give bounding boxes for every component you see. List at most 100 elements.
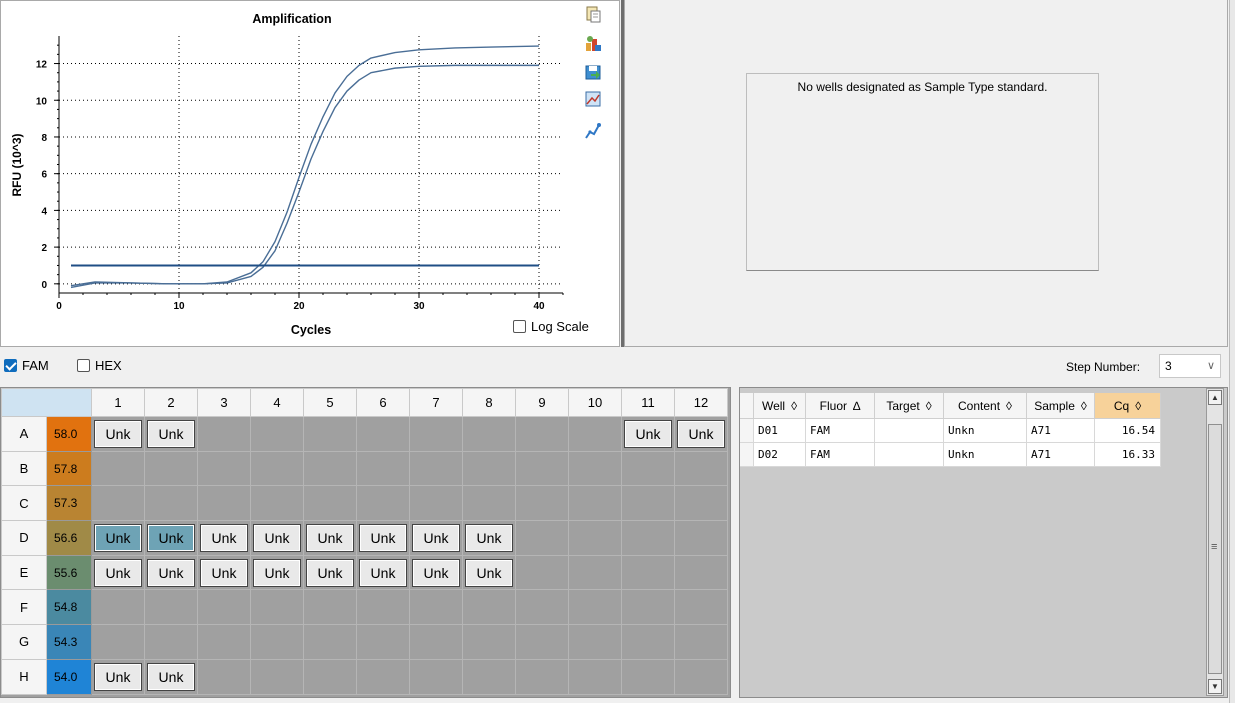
- plate-column-header[interactable]: 8: [462, 388, 516, 417]
- plate-row-header[interactable]: G: [1, 624, 47, 660]
- plate-well[interactable]: Unk: [144, 520, 198, 556]
- well-content-label[interactable]: Unk: [94, 558, 142, 587]
- plate-well[interactable]: [409, 658, 463, 695]
- plate-well[interactable]: [621, 589, 675, 626]
- plate-well[interactable]: [515, 589, 569, 626]
- step-number-select[interactable]: 3 ∨: [1159, 354, 1221, 378]
- scroll-up-icon[interactable]: ▲: [1208, 390, 1222, 405]
- results-cell[interactable]: A71: [1027, 443, 1095, 467]
- plate-well[interactable]: Unk: [197, 554, 251, 591]
- well-content-label[interactable]: Unk: [306, 558, 354, 587]
- plate-well[interactable]: [144, 450, 198, 487]
- plate-well[interactable]: [250, 589, 304, 626]
- plate-well[interactable]: [621, 485, 675, 522]
- well-content-label[interactable]: Unk: [147, 419, 195, 448]
- plate-well[interactable]: Unk: [462, 520, 516, 556]
- plate-column-header[interactable]: 5: [303, 388, 357, 417]
- plate-well[interactable]: [515, 450, 569, 487]
- results-cell[interactable]: FAM: [806, 419, 875, 443]
- well-content-label[interactable]: Unk: [359, 523, 407, 552]
- plate-row-header[interactable]: B: [1, 450, 47, 487]
- results-header-content[interactable]: Content ◊: [944, 393, 1027, 419]
- scroll-down-icon[interactable]: ▼: [1208, 679, 1222, 694]
- plate-well[interactable]: [356, 589, 410, 626]
- well-content-label[interactable]: Unk: [253, 558, 301, 587]
- plate-row-header[interactable]: E: [1, 554, 47, 591]
- plate-well[interactable]: Unk: [250, 554, 304, 591]
- plate-well[interactable]: [674, 520, 728, 556]
- plate-well[interactable]: [568, 485, 622, 522]
- plate-well[interactable]: Unk: [91, 416, 145, 452]
- well-content-label[interactable]: Unk: [94, 523, 142, 552]
- plate-well[interactable]: [621, 624, 675, 660]
- well-content-label[interactable]: Unk: [147, 558, 195, 587]
- plate-well[interactable]: [621, 554, 675, 591]
- plate-well[interactable]: [462, 658, 516, 695]
- plate-row-header[interactable]: C: [1, 485, 47, 522]
- plate-well[interactable]: [568, 520, 622, 556]
- results-cell[interactable]: [875, 443, 944, 467]
- plate-well[interactable]: [303, 450, 357, 487]
- results-row-header[interactable]: [740, 393, 754, 419]
- plate-well[interactable]: [568, 450, 622, 487]
- results-header-fluor[interactable]: Fluor ∆: [806, 393, 875, 419]
- plate-well[interactable]: [144, 485, 198, 522]
- curve-options-icon[interactable]: [584, 122, 602, 140]
- plate-well[interactable]: [462, 485, 516, 522]
- well-content-label[interactable]: Unk: [465, 558, 513, 587]
- plate-well[interactable]: Unk: [144, 554, 198, 591]
- sort-icon[interactable]: ◊: [1135, 399, 1141, 413]
- results-header-well[interactable]: Well ◊: [754, 393, 806, 419]
- plate-well[interactable]: Unk: [409, 520, 463, 556]
- plate-well[interactable]: [356, 624, 410, 660]
- plate-well[interactable]: [515, 520, 569, 556]
- results-cell[interactable]: D01: [754, 419, 806, 443]
- plate-column-header[interactable]: 7: [409, 388, 463, 417]
- plate-well[interactable]: [674, 485, 728, 522]
- plate-well[interactable]: [250, 624, 304, 660]
- chart-options-icon[interactable]: [584, 90, 602, 108]
- well-content-label[interactable]: Unk: [306, 523, 354, 552]
- sort-icon[interactable]: ◊: [791, 399, 797, 413]
- plate-row-header[interactable]: F: [1, 589, 47, 626]
- well-content-label[interactable]: Unk: [253, 523, 301, 552]
- plate-well[interactable]: [356, 416, 410, 452]
- plate-well[interactable]: [91, 624, 145, 660]
- plate-well[interactable]: [197, 485, 251, 522]
- results-scrollbar[interactable]: ▲ ▼: [1206, 388, 1224, 696]
- plate-well[interactable]: Unk: [91, 520, 145, 556]
- results-cell[interactable]: D02: [754, 443, 806, 467]
- plate-well[interactable]: [568, 554, 622, 591]
- plate-well[interactable]: [568, 658, 622, 695]
- results-row-selector[interactable]: [740, 443, 754, 467]
- plate-well[interactable]: Unk: [91, 658, 145, 695]
- plate-well[interactable]: Unk: [144, 658, 198, 695]
- plate-well[interactable]: [515, 554, 569, 591]
- plate-well[interactable]: Unk: [303, 520, 357, 556]
- plate-corner[interactable]: [1, 388, 92, 417]
- plate-well[interactable]: Unk: [409, 554, 463, 591]
- log-scale-checkbox[interactable]: Log Scale: [513, 319, 589, 334]
- plate-column-header[interactable]: 6: [356, 388, 410, 417]
- results-header-sample[interactable]: Sample ◊: [1027, 393, 1095, 419]
- results-cell[interactable]: Unkn: [944, 443, 1027, 467]
- plate-well[interactable]: [250, 658, 304, 695]
- plate-well[interactable]: Unk: [303, 554, 357, 591]
- sort-icon[interactable]: ◊: [1006, 399, 1012, 413]
- plate-column-header[interactable]: 10: [568, 388, 622, 417]
- plate-row-header[interactable]: H: [1, 658, 47, 695]
- plate-well[interactable]: [568, 589, 622, 626]
- plate-well[interactable]: [409, 624, 463, 660]
- plate-well[interactable]: [515, 658, 569, 695]
- plate-well[interactable]: [250, 416, 304, 452]
- plate-well[interactable]: [144, 624, 198, 660]
- results-header-target[interactable]: Target ◊: [875, 393, 944, 419]
- plate-well[interactable]: Unk: [144, 416, 198, 452]
- plate-well[interactable]: [356, 658, 410, 695]
- well-content-label[interactable]: Unk: [200, 558, 248, 587]
- plate-well[interactable]: [356, 485, 410, 522]
- plate-well[interactable]: [197, 416, 251, 452]
- results-cell[interactable]: 16.54: [1095, 419, 1161, 443]
- plate-column-header[interactable]: 1: [91, 388, 145, 417]
- plate-well[interactable]: [91, 589, 145, 626]
